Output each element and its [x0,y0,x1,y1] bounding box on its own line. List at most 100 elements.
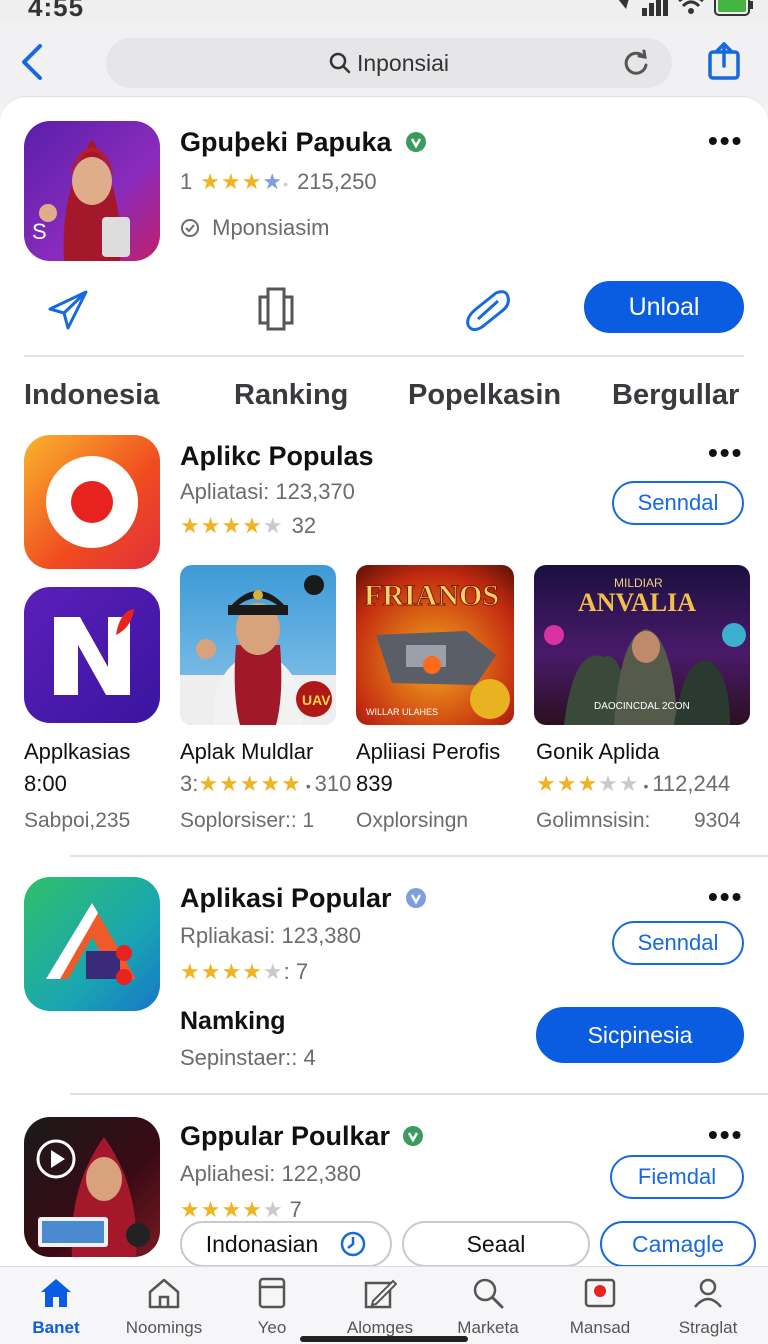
card2-badge: UAV [302,692,331,708]
section3-send-button[interactable]: Fiemdal [610,1155,744,1199]
check-circle-icon [181,219,199,237]
tab-indonesia[interactable]: Indonesia [24,379,159,412]
app-store-sheet: S Gpuþeki Papuka 1 ★★★★• 215,250 Mponsia… [0,96,768,1266]
section3-rating: ★★★★★ 7 [180,1197,302,1223]
card1-icon[interactable] [24,587,160,723]
card1-name: Applkasias [24,739,131,764]
section1-send-button[interactable]: Senndal [612,481,744,525]
tab-ranking[interactable]: Ranking [234,379,348,412]
card1-value: 8:00 [24,771,67,796]
card2-image[interactable]: UAV [180,565,336,725]
section2-rating: ★★★★★ : 7 [180,959,308,985]
card3-poster-caption: WILLAR ULAHES [366,707,438,717]
hero-rating-prefix: 1 [180,169,193,194]
card4-poster-caption: DAOCINCDAL 2CON [594,701,690,712]
battery-icon [714,0,753,16]
bottom-tab-bar: Banet Noomings Yeo Alomges Marketa Mansa… [0,1266,768,1344]
ranking-button[interactable]: Sicpinesia [536,1007,744,1063]
section3-title-text: Gppular Poulkar [180,1121,391,1151]
section1-rating-count: 32 [291,513,317,538]
pencil-icon [364,1279,398,1309]
tabbar-alomges[interactable]: Alomges [332,1277,428,1338]
tab-bergullar[interactable]: Bergullar [612,379,739,412]
location-icon [618,0,629,9]
category-tabs: Indonesia Ranking Popelkasin Bergullar [0,379,768,419]
search-icon [329,52,351,74]
card4-image[interactable]: MILDIAR ANVALIA DAOCINCDAL 2CON [534,565,750,725]
ranking-title: Namking [180,1007,286,1035]
section2-more-icon[interactable]: ••• [708,881,743,913]
chip-seaal[interactable]: Seaal [402,1221,590,1266]
card2-rating-prefix: 3: [180,771,199,796]
back-chevron-icon[interactable] [16,42,48,82]
card3-name: Apliiasi Perofis [356,739,501,764]
wifi-icon [678,0,704,14]
card2-name: Aplak Muldlar [180,739,314,764]
tabbar-straglat[interactable]: Straglat [660,1277,756,1338]
section1-rating: ★★★★★ 32 [180,513,316,539]
tabbar-banet[interactable]: Banet [8,1277,104,1338]
section2-rating-count: : 7 [283,959,309,984]
hero-more-icon[interactable]: ••• [708,125,743,157]
tab-popelkasin[interactable]: Popelkasin [408,379,561,412]
tabbar-label: Straglat [678,1318,738,1337]
star-rating-icon: ★★★★★ [180,513,284,538]
device-icon[interactable] [254,287,298,333]
share-icon[interactable] [706,42,742,82]
section1-app-icon[interactable] [24,435,160,569]
hero-app-icon[interactable]: S [24,121,160,261]
download-button[interactable]: Unloal [584,281,744,333]
card-icon [258,1277,286,1309]
hero-rating-count: 215,250 [297,169,377,194]
section3-subtitle: Apliahesi: 122,380 [180,1161,362,1186]
card4-sub: Golimnsisin: [536,809,651,832]
chip-indonasian[interactable]: Indonasian [180,1221,392,1266]
section2-send-button[interactable]: Senndal [612,921,744,965]
card3-image[interactable]: FRIANOS WILLAR ULAHES [356,565,514,725]
section1-subtitle: Apliatasi: 123,370 [180,479,355,504]
tabbar-marketa[interactable]: Marketa [440,1277,536,1338]
section2-app-icon[interactable] [24,877,160,1011]
star-rating-icon: ★★★★• [200,169,290,194]
card1-sub: Sabpoi,235 [24,809,131,832]
verified-badge-icon [406,132,427,152]
chip-camagle[interactable]: Camagle [600,1221,756,1266]
section1-more-icon[interactable]: ••• [708,437,743,469]
card4-poster-title: ANVALIA [578,588,696,617]
hero-title: Gpuþeki Papuka [180,127,427,158]
tabbar-mansad[interactable]: Mansad [552,1277,648,1338]
star-rating-icon: ★★★★★ [180,1197,284,1222]
section3-app-icon[interactable] [24,1117,160,1257]
reload-icon[interactable] [622,49,650,77]
card1-sub-text: Sabpoi [24,809,90,832]
divider [70,1093,768,1095]
tabbar-noomings[interactable]: Noomings [116,1277,212,1338]
tabbar-label: Noomings [125,1318,203,1337]
card3-sub: Oxplorsingn [356,809,469,832]
chip-indonasian-label: Indonasian [205,1230,319,1257]
hero-rating: 1 ★★★★• 215,250 [180,169,377,195]
ranking-subtitle: Sepinstaer:: 4 [180,1045,316,1070]
link-icon[interactable] [462,287,512,333]
star-rating-icon: ★★★★★ [536,771,640,796]
star-rating-icon: ★★★★★ [198,771,302,796]
tabbar-label: Yeo [257,1318,287,1337]
hero-developer: Mponsiasim [180,215,330,241]
section2-title-text: Aplikasi Popular [180,883,392,913]
tabbar-yeo[interactable]: Yeo [224,1277,320,1338]
card3-poster-title: FRIANOS [364,579,499,612]
section2-subtitle: Rpliakasi: 123,380 [180,923,362,948]
divider [24,355,744,357]
search-icon [473,1278,504,1309]
tabbar-label: Banet [32,1318,80,1337]
search-bar[interactable]: Inponsiai [106,38,672,88]
section2-title: Aplikasi Popular [180,883,427,914]
card2-sub: Soplorsiser:: 1 [180,809,315,832]
svg-text:S: S [32,219,47,244]
card3-value: 839 [356,771,393,796]
browser-top-bar: Inponsiai [0,22,768,106]
home-icon [41,1279,71,1307]
send-icon[interactable] [46,289,90,331]
section3-more-icon[interactable]: ••• [708,1119,743,1151]
person-icon [694,1278,722,1308]
